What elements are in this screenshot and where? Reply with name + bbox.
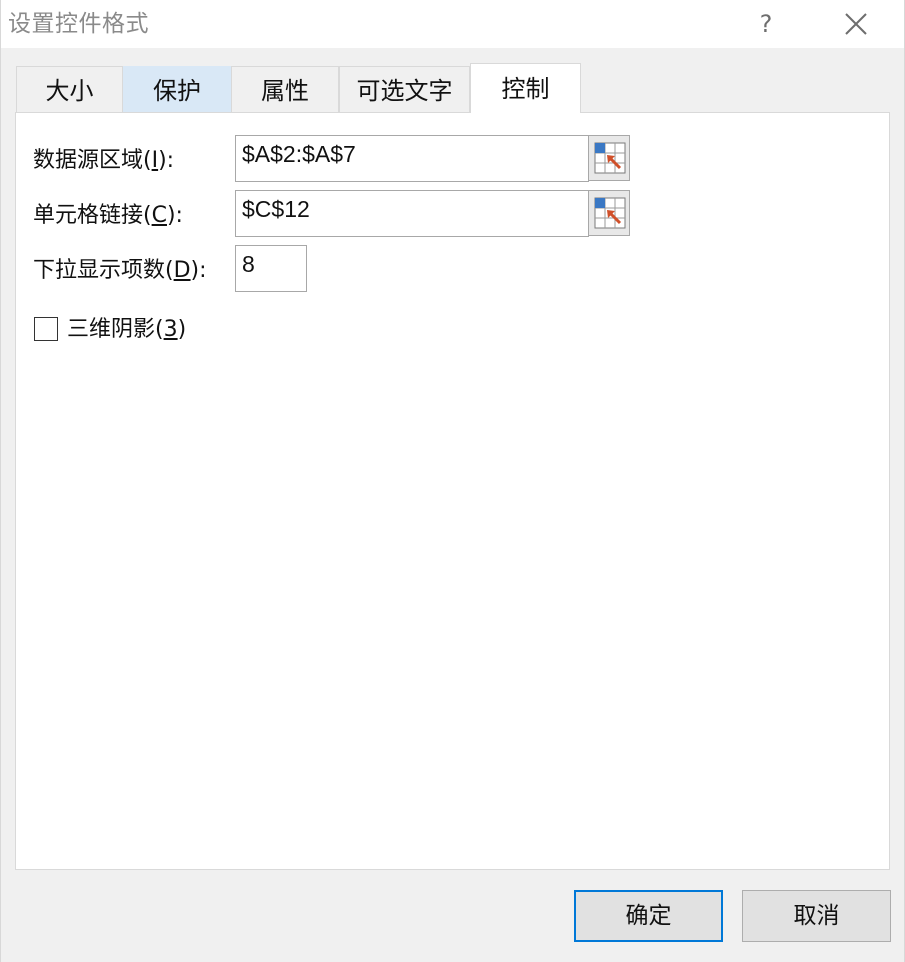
range-select-icon	[594, 142, 626, 174]
tab-control[interactable]: 控制	[470, 63, 581, 113]
dialog-title: 设置控件格式	[8, 11, 149, 37]
shading-3d-label: 三维阴影(3)	[67, 317, 187, 342]
close-button[interactable]	[833, 4, 879, 44]
ok-button[interactable]: 确定	[574, 890, 723, 942]
control-panel: 数据源区域(I): $A$2:$A$7 单元格链接(C): $C$12 下拉显示…	[15, 112, 890, 870]
source-range-input[interactable]: $A$2:$A$7	[235, 135, 589, 182]
tab-size[interactable]: 大小	[16, 66, 123, 112]
cell-link-input[interactable]: $C$12	[235, 190, 589, 237]
tab-protection[interactable]: 保护	[123, 66, 231, 112]
dropdown-lines-label: 下拉显示项数(D):	[33, 258, 207, 283]
help-button[interactable]: ?	[746, 4, 786, 44]
dropdown-lines-input[interactable]: 8	[235, 245, 307, 292]
cell-link-ref-button[interactable]	[588, 190, 630, 236]
close-icon	[845, 13, 867, 35]
shading-3d-checkbox[interactable]	[34, 317, 58, 341]
range-select-icon	[594, 197, 626, 229]
format-control-dialog: 设置控件格式 ? 大小 保护 属性 可选文字 控制 数据源区域(I): $A$2…	[0, 0, 905, 962]
title-bar[interactable]: 设置控件格式 ?	[1, 0, 904, 48]
tab-properties[interactable]: 属性	[231, 66, 339, 112]
cell-link-label: 单元格链接(C):	[33, 203, 183, 228]
source-range-label: 数据源区域(I):	[33, 148, 175, 173]
cancel-button[interactable]: 取消	[742, 890, 891, 942]
source-range-ref-button[interactable]	[588, 135, 630, 181]
tab-alt-text[interactable]: 可选文字	[339, 66, 470, 112]
